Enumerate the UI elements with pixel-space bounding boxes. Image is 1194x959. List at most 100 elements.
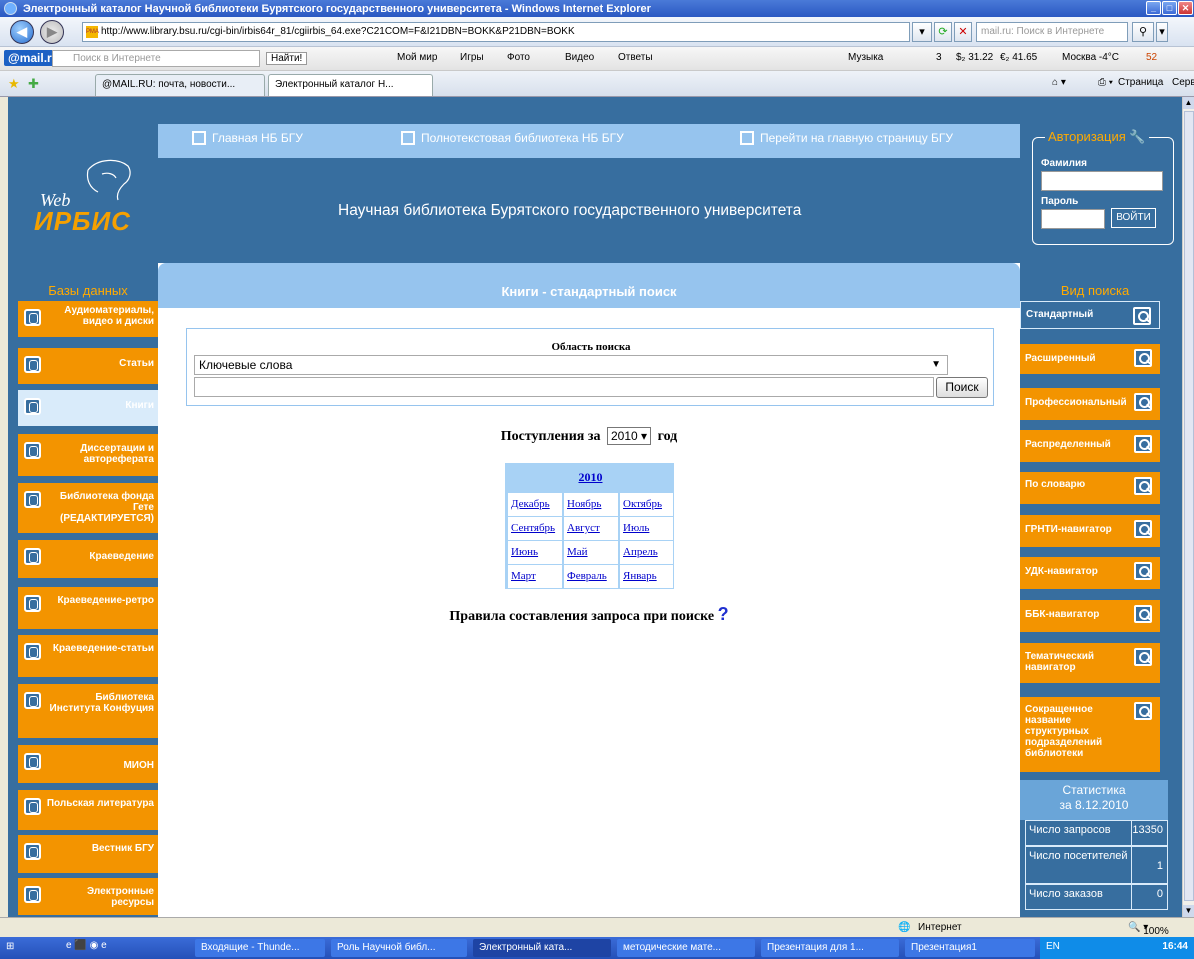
search-type-bbk[interactable]: ББК-навигатор — [1020, 600, 1160, 632]
close-window-button[interactable]: ✕ — [1178, 1, 1193, 15]
month-link[interactable]: Декабрь — [508, 493, 562, 516]
search-type-thematic[interactable]: Тематический навигатор — [1020, 643, 1160, 683]
month-link[interactable]: Июнь — [508, 541, 562, 564]
toolbar-music[interactable]: Музыка — [848, 52, 883, 63]
toolbar-weather[interactable]: Москва -4°C — [1062, 52, 1119, 63]
db-item-local-history[interactable]: Краеведение — [18, 540, 158, 578]
db-item-goethe[interactable]: Библиотека фонда Гете (РЕДАКТИРУЕТСЯ) — [18, 483, 158, 533]
search-type-professional[interactable]: Профессиональный — [1020, 388, 1160, 420]
zoom-level[interactable]: 🔍 100% ▾ — [1128, 922, 1169, 937]
address-url: http://www.library.bsu.ru/cgi-bin/irbis6… — [101, 26, 575, 37]
month-link[interactable]: Октябрь — [620, 493, 673, 516]
db-item-local-history-articles[interactable]: Краеведение-статьи — [18, 635, 158, 677]
toolbar-link-games[interactable]: Игры — [460, 52, 484, 63]
taskbar-item-presentation1[interactable]: Презентация для 1... — [761, 939, 899, 957]
tab-mailru[interactable]: @MAIL.RU: почта, новости... — [95, 74, 265, 96]
scroll-up-icon[interactable]: ▲ — [1183, 97, 1194, 109]
surname-input[interactable] — [1041, 171, 1163, 191]
clock[interactable]: 16:44 — [1162, 941, 1188, 952]
database-icon — [24, 692, 41, 709]
language-indicator[interactable]: EN — [1046, 941, 1060, 952]
password-input[interactable] — [1041, 209, 1105, 229]
db-item-mion[interactable]: МИОН — [18, 745, 158, 783]
taskbar-item-presentation2[interactable]: Презентация1 — [905, 939, 1035, 957]
search-type-standard[interactable]: Стандартный — [1020, 301, 1160, 329]
start-icon[interactable]: ⊞ — [6, 941, 14, 952]
db-item-dissertations[interactable]: Диссертации и автореферата — [18, 434, 158, 476]
search-type-departments[interactable]: Сокращенное название структурных подразд… — [1020, 697, 1160, 772]
year-select[interactable]: 2010 ▾ — [607, 427, 652, 445]
scroll-thumb[interactable] — [1184, 111, 1194, 901]
web-irbis-logo[interactable]: Web ИРБИС — [28, 150, 138, 240]
forward-button[interactable]: ▶ — [40, 20, 64, 44]
databases-heading: Базы данных — [48, 283, 128, 298]
toolbar-link-myworld[interactable]: Мой мир — [397, 52, 437, 63]
mailru-find-button[interactable]: Найти! — [266, 52, 308, 65]
search-button[interactable]: Поиск — [936, 377, 988, 398]
page-menu[interactable]: Страница — [1118, 77, 1163, 88]
month-link[interactable]: Август — [564, 517, 618, 540]
search-options-dropdown[interactable]: ▾ — [1156, 22, 1168, 42]
month-link[interactable]: Май — [564, 541, 618, 564]
login-button[interactable]: ВОЙТИ — [1111, 208, 1156, 228]
search-type-distributed[interactable]: Распределенный — [1020, 430, 1160, 462]
toolbar-count[interactable]: 52 — [1146, 52, 1157, 63]
scroll-down-icon[interactable]: ▼ — [1183, 905, 1194, 917]
month-link[interactable]: Январь — [620, 565, 673, 588]
search-type-extended[interactable]: Расширенный — [1020, 344, 1160, 374]
toolbar-mail-count[interactable]: 3 — [936, 52, 942, 63]
search-type-dictionary[interactable]: По словарю — [1020, 472, 1160, 504]
taskbar-item-role[interactable]: Роль Научной библ... — [331, 939, 467, 957]
month-link[interactable]: Ноябрь — [564, 493, 618, 516]
db-item-audio[interactable]: Аудиоматериалы, видео и диски — [18, 301, 158, 337]
db-item-articles[interactable]: Статьи — [18, 348, 158, 384]
search-area-select[interactable]: Ключевые слова ▼ — [194, 355, 948, 375]
taskbar-item-catalog[interactable]: Электронный ката... — [473, 939, 611, 957]
search-type-udk[interactable]: УДК-навигатор — [1020, 557, 1160, 589]
back-button[interactable]: ◀ — [10, 20, 34, 44]
print-icon[interactable]: ⎙ ▾ — [1098, 77, 1113, 88]
month-link[interactable]: Сентябрь — [508, 517, 562, 540]
help-icon[interactable]: ? — [718, 604, 729, 624]
address-dropdown[interactable]: ▾ — [912, 22, 932, 42]
search-icon[interactable]: ⚲ — [1132, 22, 1154, 42]
address-toolbar: ◀ ▶ РМА http://www.library.bsu.ru/cgi-bi… — [0, 17, 1194, 47]
tab-catalog[interactable]: Электронный каталог Н... — [268, 74, 433, 96]
address-field[interactable]: РМА http://www.library.bsu.ru/cgi-bin/ir… — [82, 22, 910, 42]
db-item-local-history-retro[interactable]: Краеведение-ретро — [18, 587, 158, 629]
service-menu[interactable]: Сервис — [1172, 77, 1194, 88]
add-favorites-icon[interactable]: ✚ — [28, 76, 39, 92]
query-input[interactable] — [194, 377, 934, 397]
nav-university-home[interactable]: Перейти на главную страницу БГУ — [740, 131, 953, 145]
minimize-button[interactable]: _ — [1146, 1, 1161, 15]
stop-icon[interactable]: ✕ — [954, 22, 972, 42]
home-icon[interactable]: ⌂ ▾ — [1052, 77, 1066, 88]
maximize-button[interactable]: □ — [1162, 1, 1177, 15]
month-link[interactable]: Март — [508, 565, 562, 588]
nav-fulltext-library[interactable]: Полнотекстовая библиотека НБ БГУ — [401, 131, 624, 145]
toolbar-link-answers[interactable]: Ответы — [618, 52, 653, 63]
toolbar-link-video[interactable]: Видео — [565, 52, 594, 63]
year-link[interactable]: 2010 — [506, 470, 675, 485]
quicklaunch-ie-icon[interactable]: e ⬛ ◉ e — [66, 940, 107, 951]
magnifier-icon — [1134, 562, 1152, 580]
db-item-polish-literature[interactable]: Польская литература — [18, 790, 158, 830]
month-link[interactable]: Июль — [620, 517, 673, 540]
taskbar-item-methodic[interactable]: методические мате... — [617, 939, 755, 957]
search-type-grnti[interactable]: ГРНТИ-навигатор — [1020, 515, 1160, 547]
db-item-books[interactable]: Книги — [18, 390, 158, 426]
db-item-vestnik[interactable]: Вестник БГУ — [18, 835, 158, 873]
db-item-confucius[interactable]: Библиотека Института Конфуция — [18, 684, 158, 738]
favorites-star-icon[interactable]: ★ — [8, 76, 20, 92]
db-item-e-resources[interactable]: Электронные ресурсы — [18, 878, 158, 915]
web-search-input[interactable]: mail.ru: Поиск в Интернете — [976, 22, 1128, 42]
mailru-search-input[interactable]: Поиск в Интернете — [52, 50, 260, 67]
database-icon — [24, 442, 41, 459]
month-link[interactable]: Апрель — [620, 541, 673, 564]
nav-main-library[interactable]: Главная НБ БГУ — [192, 131, 303, 145]
refresh-icon[interactable]: ⟳ — [934, 22, 952, 42]
month-link[interactable]: Февраль — [564, 565, 618, 588]
vertical-scrollbar[interactable]: ▲ ▼ — [1182, 97, 1194, 917]
taskbar-item-thunderbird[interactable]: Входящие - Thunde... — [195, 939, 325, 957]
toolbar-link-photo[interactable]: Фото — [507, 52, 530, 63]
